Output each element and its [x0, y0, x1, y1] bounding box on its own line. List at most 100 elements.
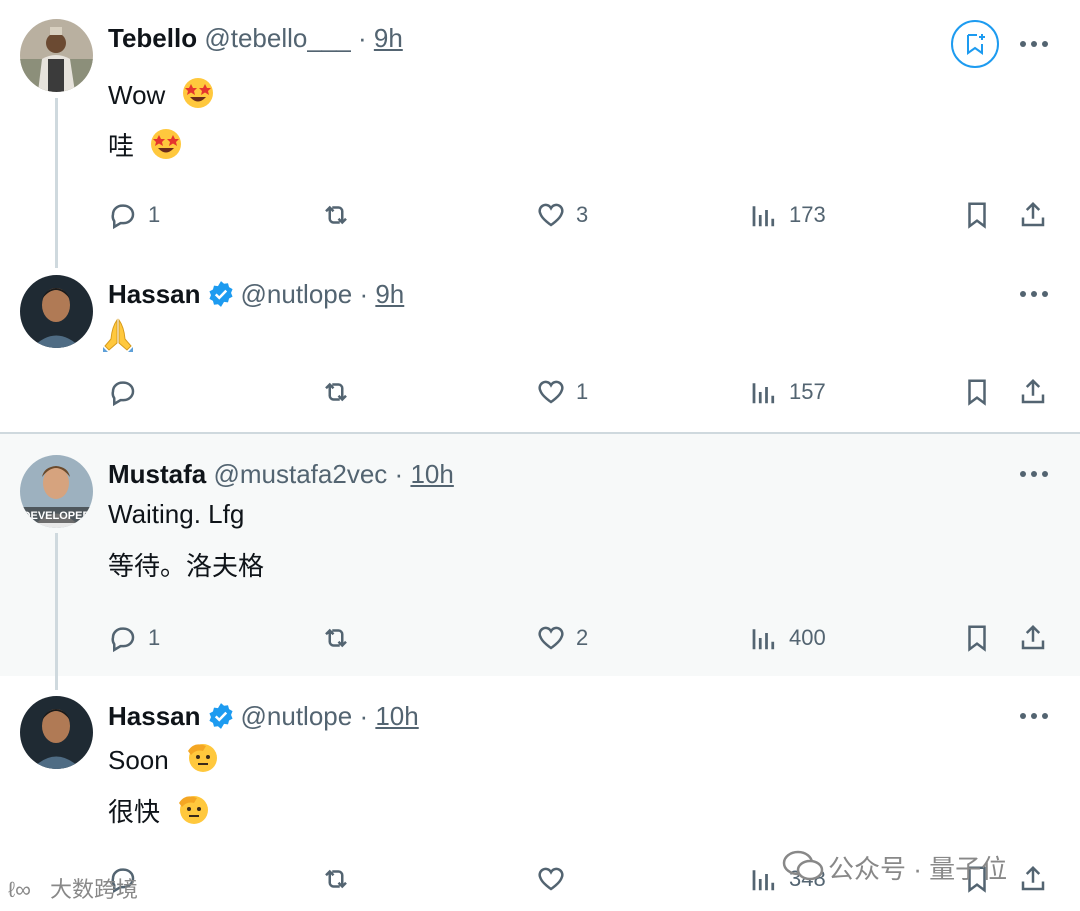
bookmark-icon	[968, 379, 986, 406]
post-time[interactable]: 10h	[375, 701, 418, 731]
views-button[interactable]: 173	[749, 198, 826, 232]
repost-icon	[325, 205, 347, 225]
folded-hands-icon	[103, 318, 133, 352]
watermark-logo-icon: ℓ∞	[8, 877, 31, 902]
watermark-left: ℓ∞ 大数跨境	[8, 877, 139, 902]
avatar[interactable]: DEVELOPER	[20, 455, 93, 528]
author-handle[interactable]: @nutlope	[241, 279, 353, 309]
share-icon	[1021, 201, 1045, 227]
avatar[interactable]	[20, 19, 93, 92]
saluting-face-icon	[187, 744, 217, 772]
reply-icon	[111, 204, 135, 230]
thread-line	[55, 98, 58, 268]
thread-line	[55, 533, 58, 690]
more-options-icon[interactable]	[1017, 704, 1051, 728]
heart-icon	[538, 203, 564, 227]
author-handle[interactable]: @mustafa2vec	[213, 459, 387, 489]
verified-badge-icon	[208, 281, 233, 307]
view-count: 173	[789, 202, 826, 227]
author-handle[interactable]: @tebello___	[204, 23, 350, 53]
like-button[interactable]: 2	[536, 621, 588, 655]
post-tebello[interactable]: Tebello @tebello___ · 9h Wow 哇 1 3 173	[0, 0, 1080, 268]
repost-icon	[325, 628, 347, 648]
repost-button[interactable]	[321, 375, 361, 409]
like-button[interactable]	[536, 862, 576, 896]
reply-button[interactable]	[108, 375, 148, 409]
share-button[interactable]	[1018, 621, 1048, 655]
repost-icon	[325, 869, 347, 889]
share-button[interactable]	[1018, 198, 1048, 232]
share-icon	[1021, 865, 1045, 891]
analytics-icon	[752, 629, 775, 650]
reply-button[interactable]: 1	[108, 198, 160, 232]
post-text-line: 等待。洛夫格	[108, 551, 265, 581]
avatar[interactable]	[20, 275, 93, 348]
verified-badge-icon	[208, 703, 233, 729]
bookmark-button[interactable]	[962, 375, 992, 409]
reply-icon	[111, 627, 135, 653]
bookmark-icon	[968, 202, 986, 229]
author-name[interactable]: Hassan	[108, 701, 201, 731]
post-time[interactable]: 9h	[375, 279, 404, 309]
heart-icon	[538, 867, 564, 891]
share-icon	[1021, 624, 1045, 650]
separator-dot: ·	[394, 459, 404, 489]
saluting-face-icon	[179, 796, 209, 824]
bookmark-button[interactable]	[962, 621, 992, 655]
post-text-line: Wow	[108, 76, 215, 112]
grok-bookmark-button[interactable]	[951, 20, 999, 68]
bookmark-button[interactable]	[962, 198, 992, 232]
post-hassan[interactable]: Hassan @nutlope · 9h 1 157	[0, 265, 1080, 432]
like-count: 3	[576, 202, 589, 227]
reply-count: 1	[148, 625, 161, 650]
analytics-icon	[752, 870, 775, 891]
post-text-line: Soon	[108, 739, 220, 777]
repost-button[interactable]	[321, 621, 361, 655]
reply-count: 1	[148, 202, 161, 227]
watermark-right: 公众号 · 量子位	[782, 848, 1007, 886]
more-options-icon[interactable]	[1017, 462, 1051, 486]
heart-icon	[538, 626, 564, 650]
heart-icon	[538, 380, 564, 404]
share-icon	[1021, 378, 1045, 404]
repost-icon	[325, 382, 347, 402]
author-name[interactable]: Hassan	[108, 279, 201, 309]
bookmark-icon	[968, 625, 986, 652]
like-count: 2	[576, 625, 589, 650]
post-header: Hassan @nutlope · 9h	[108, 277, 404, 311]
like-button[interactable]: 1	[536, 375, 588, 409]
repost-button[interactable]	[321, 862, 361, 896]
repost-button[interactable]	[321, 198, 361, 232]
like-button[interactable]: 3	[536, 198, 588, 232]
view-count: 400	[789, 625, 826, 650]
star-struck-icon	[182, 78, 213, 108]
author-name[interactable]: Mustafa	[108, 459, 206, 489]
like-count: 1	[576, 379, 589, 404]
views-button[interactable]: 400	[749, 621, 826, 655]
post-text-line	[103, 317, 136, 355]
separator-dot: ·	[357, 23, 367, 53]
post-text-line: 哇	[108, 127, 183, 163]
author-handle[interactable]: @nutlope	[241, 701, 353, 731]
share-button[interactable]	[1018, 375, 1048, 409]
author-name[interactable]: Tebello	[108, 23, 197, 53]
post-text-line: 很快	[108, 791, 211, 829]
post-header: Tebello @tebello___ · 9h	[108, 21, 403, 55]
avatar-label: DEVELOPER	[23, 510, 91, 522]
post-header: Mustafa @mustafa2vec · 10h	[108, 457, 454, 491]
views-button[interactable]: 157	[749, 375, 826, 409]
post-time[interactable]: 9h	[374, 23, 403, 53]
post-time[interactable]: 10h	[410, 459, 453, 489]
separator-dot: ·	[359, 701, 369, 731]
star-struck-icon	[151, 129, 182, 159]
more-options-icon[interactable]	[1017, 32, 1051, 56]
post-text-line: Waiting. Lfg	[108, 499, 245, 529]
reply-button[interactable]: 1	[108, 621, 160, 655]
share-button[interactable]	[1018, 862, 1048, 896]
post-mustafa[interactable]: DEVELOPER Mustafa @mustafa2vec · 10h Wai…	[0, 434, 1080, 690]
separator-dot: ·	[359, 279, 369, 309]
more-options-icon[interactable]	[1017, 282, 1051, 306]
reply-icon	[111, 381, 135, 407]
wechat-icon	[782, 850, 824, 881]
avatar[interactable]	[20, 696, 93, 769]
